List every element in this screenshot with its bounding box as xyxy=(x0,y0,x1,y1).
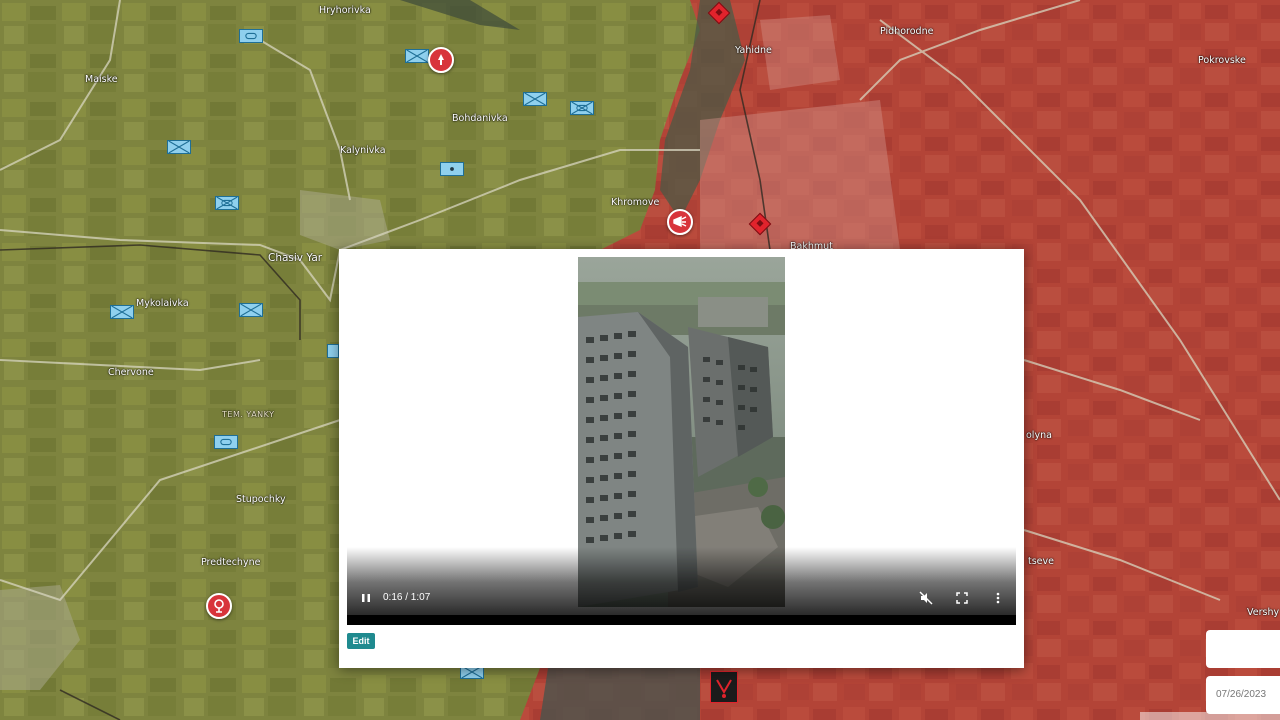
video-controls: 0:16 / 1:07 xyxy=(347,547,1016,625)
place-label: Mykolaivka xyxy=(136,298,189,309)
ukrainian-unit-icon[interactable] xyxy=(110,305,134,319)
more-vertical-icon[interactable] xyxy=(991,591,1005,605)
place-label: Yahidne xyxy=(735,45,772,56)
ukrainian-unit-icon[interactable] xyxy=(214,435,238,449)
russian-unit-icon[interactable] xyxy=(710,671,738,703)
place-label: Khromove xyxy=(611,197,660,208)
video-player[interactable]: 0:16 / 1:07 xyxy=(347,257,1016,625)
place-label: Stupochky xyxy=(236,494,286,505)
fullscreen-icon[interactable] xyxy=(955,591,969,605)
ukrainian-unit-icon[interactable] xyxy=(405,49,429,63)
map-attribution xyxy=(1140,712,1280,720)
shelling-icon[interactable] xyxy=(667,209,693,235)
place-label: Chasiv Yar xyxy=(268,252,323,264)
place-label: TEM. YANKY xyxy=(222,410,275,419)
place-label: olyna xyxy=(1026,430,1052,441)
ukrainian-unit-icon[interactable] xyxy=(327,344,339,358)
place-label: Predtechyne xyxy=(201,557,261,568)
edit-button[interactable]: Edit xyxy=(347,633,375,649)
ukrainian-unit-icon[interactable] xyxy=(570,101,594,115)
place-label: tseve xyxy=(1028,556,1054,567)
place-label: Hryhorivka xyxy=(319,5,371,16)
ukrainian-unit-icon[interactable] xyxy=(215,196,239,210)
muted-volume-icon[interactable] xyxy=(918,590,934,606)
artillery-strike-icon[interactable] xyxy=(428,47,454,73)
date-label: 07/26/2023 xyxy=(1216,689,1267,700)
place-label: Bohdanivka xyxy=(452,113,508,124)
place-label: Maiske xyxy=(85,74,118,85)
place-label: Vershy xyxy=(1247,607,1280,618)
explosion-icon[interactable] xyxy=(206,593,232,619)
ukrainian-unit-icon[interactable] xyxy=(167,140,191,154)
pause-icon[interactable] xyxy=(359,591,373,605)
video-time: 0:16 / 1:07 xyxy=(383,592,431,603)
video-modal: 0:16 / 1:07 Edit xyxy=(339,249,1024,668)
place-label: Pidhorodne xyxy=(880,26,934,37)
ukrainian-unit-icon[interactable] xyxy=(440,162,464,176)
date-selector[interactable]: 07/26/2023 xyxy=(1206,676,1280,714)
timeline-control[interactable] xyxy=(1206,630,1280,668)
place-label: Chervone xyxy=(108,367,154,378)
place-label: Kalynivka xyxy=(340,145,386,156)
ukrainian-unit-icon[interactable] xyxy=(239,303,263,317)
place-label: Pokrovske xyxy=(1198,55,1246,66)
ukrainian-unit-icon[interactable] xyxy=(239,29,263,43)
ukrainian-unit-icon[interactable] xyxy=(523,92,547,106)
